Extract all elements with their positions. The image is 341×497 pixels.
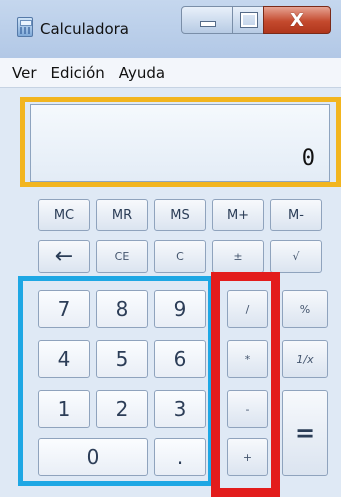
key-ms[interactable]: MS bbox=[154, 199, 206, 231]
menu-bar: Ver Edición Ayuda bbox=[0, 58, 341, 88]
key-m-plus[interactable]: M+ bbox=[212, 199, 264, 231]
key-2[interactable]: 2 bbox=[96, 390, 148, 428]
key-multiply[interactable]: * bbox=[227, 340, 268, 378]
window-title: Calculadora bbox=[40, 20, 130, 38]
close-button[interactable]: X bbox=[263, 6, 331, 34]
key-3[interactable]: 3 bbox=[154, 390, 206, 428]
close-icon: X bbox=[290, 9, 304, 31]
key-divide[interactable]: / bbox=[227, 290, 268, 328]
minimize-icon bbox=[199, 21, 216, 27]
key-7[interactable]: 7 bbox=[38, 290, 90, 328]
key-m-minus[interactable]: M- bbox=[270, 199, 322, 231]
key-6[interactable]: 6 bbox=[154, 340, 206, 378]
calculator-app-icon bbox=[17, 17, 33, 37]
key-plus-minus[interactable]: ± bbox=[212, 240, 264, 273]
menu-ver[interactable]: Ver bbox=[12, 64, 37, 82]
calculator-window: Calculadora X Ver Edición Ayuda 0 MC MR … bbox=[0, 0, 341, 497]
key-c[interactable]: C bbox=[154, 240, 206, 273]
key-backspace[interactable]: ← bbox=[38, 240, 90, 273]
title-bar[interactable]: Calculadora X bbox=[0, 0, 341, 58]
display-panel: 0 bbox=[30, 104, 330, 182]
menu-edicion[interactable]: Edición bbox=[51, 64, 105, 82]
key-mc[interactable]: MC bbox=[38, 199, 90, 231]
key-4[interactable]: 4 bbox=[38, 340, 90, 378]
key-8[interactable]: 8 bbox=[96, 290, 148, 328]
display-value: 0 bbox=[301, 146, 315, 171]
minimize-button[interactable] bbox=[181, 6, 234, 34]
key-add[interactable]: + bbox=[227, 438, 268, 476]
key-subtract[interactable]: - bbox=[227, 390, 268, 428]
key-0[interactable]: 0 bbox=[38, 438, 148, 476]
key-sqrt[interactable]: √ bbox=[270, 240, 322, 273]
key-equals[interactable]: = bbox=[282, 390, 328, 476]
key-9[interactable]: 9 bbox=[154, 290, 206, 328]
key-decimal[interactable]: . bbox=[154, 438, 206, 476]
key-1[interactable]: 1 bbox=[38, 390, 90, 428]
maximize-button[interactable] bbox=[232, 6, 265, 34]
backspace-arrow-icon: ← bbox=[54, 244, 74, 269]
maximize-icon bbox=[239, 12, 258, 28]
key-percent[interactable]: % bbox=[282, 290, 328, 328]
key-reciprocal[interactable]: 1/x bbox=[282, 340, 328, 378]
key-5[interactable]: 5 bbox=[96, 340, 148, 378]
key-mr[interactable]: MR bbox=[96, 199, 148, 231]
key-ce[interactable]: CE bbox=[96, 240, 148, 273]
menu-ayuda[interactable]: Ayuda bbox=[119, 64, 165, 82]
